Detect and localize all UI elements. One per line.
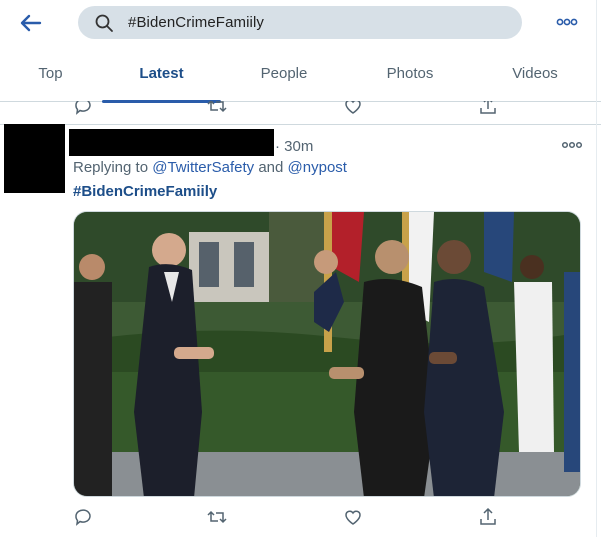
- tab-videos[interactable]: Videos: [475, 46, 595, 102]
- search-icon: [95, 14, 113, 32]
- like-icon[interactable]: [342, 101, 364, 117]
- tweet-divider: [0, 124, 601, 125]
- search-value: #BidenCrimeFamiily: [128, 14, 265, 31]
- retweet-icon[interactable]: [206, 101, 228, 117]
- tab-label: Photos: [386, 65, 434, 82]
- tweet-actions: [0, 506, 601, 530]
- tab-people[interactable]: People: [224, 46, 344, 102]
- tweet-time: · 30m: [275, 138, 314, 155]
- back-arrow-icon[interactable]: [16, 9, 44, 37]
- search-tabs: Top Latest People Photos Videos: [0, 46, 601, 103]
- replying-to: Replying to @TwitterSafety and @nypost: [73, 159, 347, 176]
- hashtag-link[interactable]: #BidenCrimeFamiily: [73, 183, 217, 200]
- previous-tweet-actions: [0, 101, 601, 117]
- tab-label: People: [260, 65, 308, 82]
- tweet-photo[interactable]: [73, 211, 581, 497]
- tab-label: Top: [38, 65, 63, 82]
- replying-prefix: Replying to: [73, 159, 153, 176]
- search-input[interactable]: #BidenCrimeFamiily: [78, 6, 522, 39]
- reply-icon[interactable]: [72, 101, 94, 117]
- tab-label: Videos: [512, 65, 558, 82]
- tab-top[interactable]: Top: [0, 46, 101, 102]
- column-border: [596, 0, 597, 537]
- share-icon[interactable]: [477, 506, 499, 528]
- replying-and: and: [254, 159, 288, 176]
- reply-icon[interactable]: [72, 506, 94, 528]
- tab-photos[interactable]: Photos: [350, 46, 470, 102]
- mention-link[interactable]: @TwitterSafety: [152, 159, 254, 176]
- mention-link[interactable]: @nypost: [288, 159, 347, 176]
- tab-label: Latest: [139, 65, 184, 82]
- avatar[interactable]: [4, 124, 65, 193]
- retweet-icon[interactable]: [206, 506, 228, 528]
- more-icon[interactable]: [561, 138, 583, 152]
- tab-latest[interactable]: Latest: [102, 46, 221, 103]
- redacted-username: [69, 129, 274, 156]
- like-icon[interactable]: [342, 506, 364, 528]
- top-bar: #BidenCrimeFamiily: [0, 0, 601, 46]
- share-icon[interactable]: [477, 101, 499, 117]
- more-icon[interactable]: [556, 14, 578, 30]
